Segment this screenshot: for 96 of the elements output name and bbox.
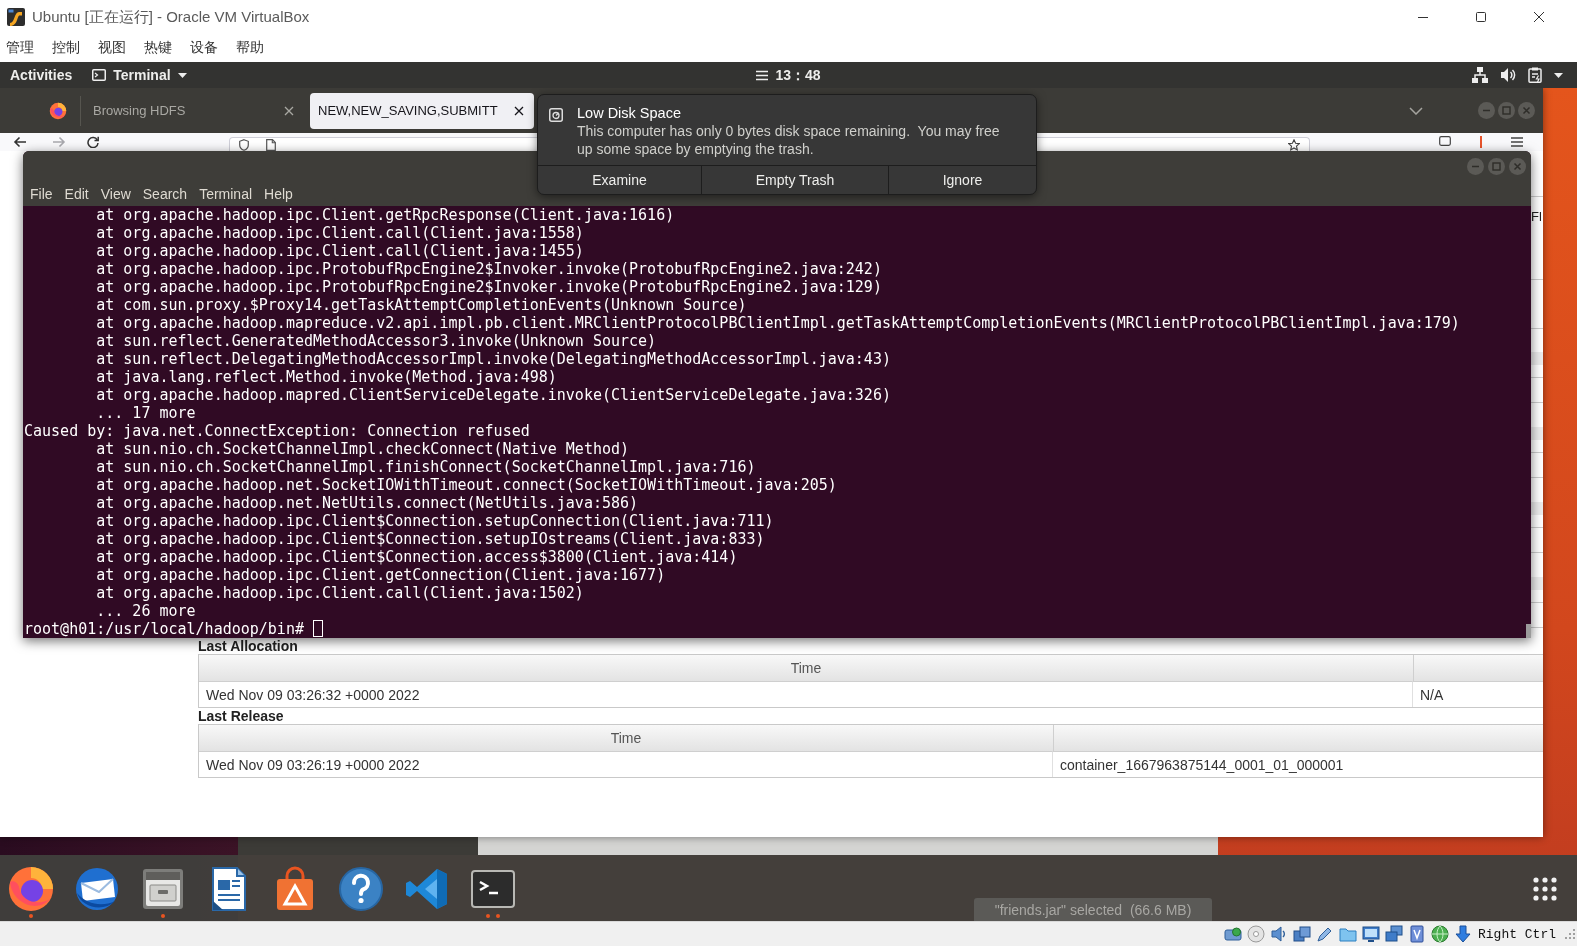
globe-icon[interactable] [1431, 925, 1449, 943]
window-title: Ubuntu [正在运行] - Oracle VM VirtualBox [32, 7, 310, 27]
down-arrow-icon[interactable] [1454, 925, 1472, 943]
terminal-line: at org.apache.hadoop.net.SocketIOWithTimeout.connect(SocketIOWithTimeout.java:205) [96, 476, 837, 494]
table-cell: container_1667963875144_0001_01_000001 [1053, 751, 1543, 777]
terminal-line: at sun.reflect.GeneratedMethodAccessor3.invoke(Unknown Source) [96, 332, 657, 350]
terminal-line: at sun.nio.ch.SocketChannelImpl.finishConnect(SocketChannelImpl.java:716) [96, 458, 756, 476]
selection-status-text: "friends.jar" selected (66.6 MB) [974, 898, 1212, 921]
volume-icon[interactable] [1500, 67, 1516, 83]
monitor-icon[interactable] [1362, 925, 1380, 943]
section-title: Last Release [198, 708, 284, 724]
notification-action-button[interactable]: Empty Trash [701, 166, 888, 194]
rectangle-icon[interactable] [1439, 136, 1451, 146]
terminal-line: at org.apache.hadoop.ipc.Client.getRpcResponse(Client.java:1616) [96, 206, 675, 224]
terminal-prompt: root@h01:/usr/local/hadoop/bin# [24, 620, 304, 638]
pencil-icon[interactable] [1316, 925, 1334, 943]
caret-icon[interactable] [177, 72, 187, 78]
terminal-line: at org.apache.hadoop.ipc.Client.call(Client.java:1558) [96, 224, 584, 242]
reload-icon[interactable] [87, 136, 99, 148]
column-header: Time [199, 725, 1054, 751]
shield-icon[interactable] [239, 138, 249, 151]
terminal-line: at org.apache.hadoop.ipc.Client.call(Client.java:1455) [96, 242, 584, 260]
v-tile-icon[interactable] [1408, 925, 1426, 943]
close-icon[interactable] [514, 105, 524, 116]
browser-tab[interactable]: NEW,NEW_SAVING,SUBMITT [310, 92, 534, 129]
table-header-text: Fl [1531, 209, 1542, 225]
column-header: Time [199, 655, 1414, 681]
terminal-line: ... 17 more [96, 404, 196, 422]
activities-button[interactable]: Activities [10, 62, 73, 88]
gauge-icon [549, 108, 563, 122]
browser-icon [49, 101, 67, 120]
menu-item[interactable]: Help [258, 186, 299, 202]
notification-action-button[interactable]: Examine [538, 166, 701, 194]
menu-item[interactable]: 控制 [52, 39, 80, 57]
menu-item[interactable]: File [24, 186, 59, 202]
resize-grip-icon [1564, 928, 1576, 940]
menu-item[interactable]: 帮助 [236, 39, 264, 57]
notification-title: Low Disk Space [577, 105, 681, 122]
app-grid-icon[interactable] [1532, 876, 1558, 902]
overlapping-windows-icon[interactable] [1385, 925, 1403, 943]
terminal-line: at org.apache.hadoop.ipc.Client$Connection.setupConnection(Client.java:711) [96, 512, 774, 530]
menu-item[interactable]: 设备 [190, 39, 218, 57]
terminal-line: at java.lang.reflect.Method.invoke(Method.java:498) [96, 368, 557, 386]
terminal-line: at sun.reflect.DelegatingMethodAccessorImpl.invoke(DelegatingMethodAccessorImpl.java:43) [96, 350, 891, 368]
list-icon [756, 69, 769, 81]
notification-message: This computer has only 0 bytes disk space remaining. You may free up some space by emptying the trash. [577, 123, 1001, 158]
close-icon [1534, 12, 1544, 22]
terminal-icon [92, 69, 107, 81]
network-icon[interactable] [1472, 67, 1488, 83]
browser-tab[interactable]: Browsing HDFS [81, 92, 307, 129]
drive-icon[interactable] [1224, 925, 1242, 943]
mail-icon[interactable] [73, 865, 121, 913]
terminal-line: at org.apache.hadoop.ipc.Client$Connection.setupIOstreams(Client.java:833) [96, 530, 765, 548]
scrollbar-thumb[interactable] [1526, 624, 1531, 638]
app-logo-icon [6, 7, 26, 27]
terminal-line: at org.apache.hadoop.ipc.Client.getConnection(Client.java:1677) [96, 566, 666, 584]
menu-item[interactable]: Edit [58, 186, 95, 202]
app-menu-button[interactable]: Terminal [92, 62, 187, 88]
table-cell: N/A [1413, 681, 1543, 707]
maximize-icon [1476, 12, 1486, 22]
text-cursor [313, 620, 323, 637]
squares-icon[interactable] [1293, 925, 1311, 943]
back-icon[interactable] [13, 136, 27, 148]
notification-action-button[interactable]: Ignore [888, 166, 1036, 194]
menu-item[interactable]: Terminal [193, 186, 259, 202]
clock-button[interactable]: 13：48 [756, 62, 821, 88]
browser-icon[interactable] [7, 865, 55, 913]
terminal-line: at org.apache.hadoop.ipc.Client.call(Client.java:1502) [96, 584, 584, 602]
terminal-line: at org.apache.hadoop.net.NetUtils.connect(NetUtils.java:586) [96, 494, 639, 512]
menu-item[interactable]: Search [136, 186, 194, 202]
menu-item[interactable]: 管理 [6, 39, 34, 57]
menu-item[interactable]: 热键 [144, 39, 172, 57]
menu-icon[interactable] [1511, 137, 1523, 147]
terminal-line: ... 26 more [96, 602, 196, 620]
table-cell: Wed Nov 09 03:26:32 +0000 2022 [199, 681, 1413, 707]
terminal-line: at org.apache.hadoop.mapred.ClientServiceDelegate.invoke(ClientServiceDelegate.java:326) [96, 386, 891, 404]
chevron-down-icon[interactable] [1408, 106, 1423, 115]
terminal-line: at org.apache.hadoop.mapreduce.v2.api.impl.pb.client.MRClientProtocolPBClientImpl.getTaskAttemptCompletionEvents(MRClientProtocolPBClientImpl.java:179) [96, 314, 1460, 332]
table-cell: Wed Nov 09 03:26:19 +0000 2022 [199, 751, 1053, 777]
help-icon[interactable] [337, 865, 385, 913]
page-icon[interactable] [266, 138, 276, 151]
terminal-line: at sun.nio.ch.SocketChannelImpl.checkConnect(Native Method) [96, 440, 630, 458]
terminal-line: at com.sun.proxy.$Proxy14.getTaskAttemptCompletionEvents(Unknown Source) [96, 296, 747, 314]
menu-item[interactable]: View [94, 186, 137, 202]
speaker-icon[interactable] [1270, 925, 1288, 943]
star-icon[interactable] [1288, 138, 1300, 151]
terminal-line: at org.apache.hadoop.ipc.Client$Connection.access$3800(Client.java:414) [96, 548, 738, 566]
terminal-line: Caused by: java.net.ConnectException: Connection refused [24, 422, 530, 440]
host-key-text: Right Ctrl [1478, 926, 1556, 942]
menu-item[interactable]: 视图 [98, 39, 126, 57]
bar-icon[interactable] [1479, 136, 1483, 148]
terminal-line: at org.apache.hadoop.ipc.ProtobufRpcEngine2$Invoker.invoke(ProtobufRpcEngine2.java:129) [96, 278, 882, 296]
section-title: Last Allocation [198, 638, 298, 654]
caret-icon[interactable] [1554, 72, 1563, 78]
terminal-line: at org.apache.hadoop.ipc.ProtobufRpcEngine2$Invoker.invoke(ProtobufRpcEngine2.java:242) [96, 260, 882, 278]
clipboard-icon[interactable] [1528, 67, 1542, 83]
